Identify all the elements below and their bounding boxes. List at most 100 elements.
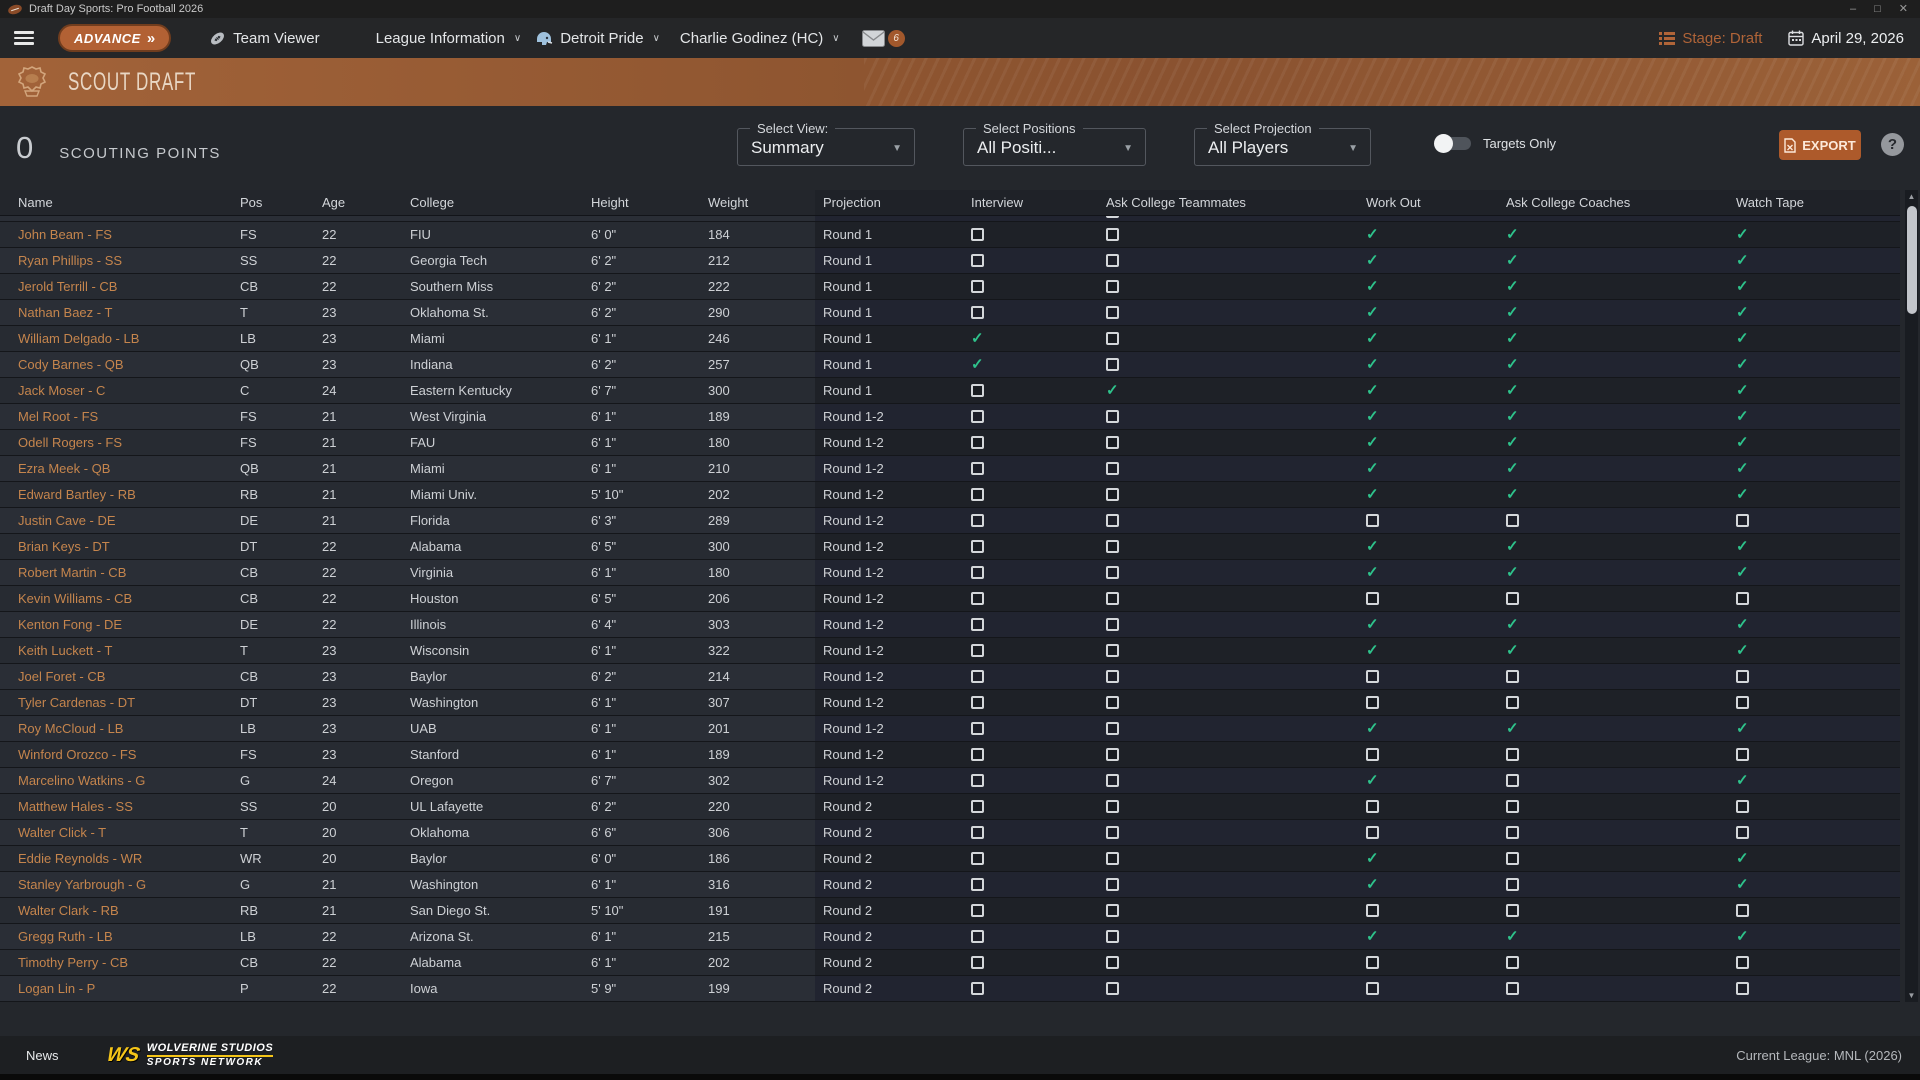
checkbox[interactable]: [971, 462, 984, 475]
column-header-weight[interactable]: Weight: [708, 190, 815, 215]
checkbox[interactable]: [971, 982, 984, 995]
player-name-link[interactable]: Joel Foret - CB: [18, 669, 105, 684]
checkbox[interactable]: [1106, 982, 1119, 995]
player-name-link[interactable]: Edward Bartley - RB: [18, 487, 136, 502]
checkbox[interactable]: [971, 696, 984, 709]
checkbox[interactable]: [1106, 852, 1119, 865]
checkbox[interactable]: [1106, 228, 1119, 241]
minimize-button[interactable]: –: [1850, 0, 1856, 18]
checkbox[interactable]: [1506, 878, 1519, 891]
player-name-link[interactable]: Stanley Yarbrough - G: [18, 877, 146, 892]
player-name-link[interactable]: Mel Root - FS: [18, 409, 98, 424]
column-header-age[interactable]: Age: [322, 190, 410, 215]
checkbox[interactable]: [971, 228, 984, 241]
column-header-workout[interactable]: Work Out: [1350, 190, 1490, 215]
checkbox[interactable]: [1106, 670, 1119, 683]
checkbox[interactable]: [971, 670, 984, 683]
checkbox[interactable]: [971, 774, 984, 787]
checkbox[interactable]: [1506, 852, 1519, 865]
checkbox[interactable]: [1106, 800, 1119, 813]
checkbox[interactable]: [1506, 774, 1519, 787]
player-name-link[interactable]: Matthew Hales - SS: [18, 799, 133, 814]
scrollbar-thumb[interactable]: [1907, 206, 1917, 314]
checkbox[interactable]: [971, 956, 984, 969]
export-button[interactable]: EXPORT: [1779, 130, 1861, 160]
column-header-coaches[interactable]: Ask College Coaches: [1490, 190, 1720, 215]
checkbox[interactable]: [1736, 696, 1749, 709]
player-name-link[interactable]: Winford Orozco - FS: [18, 747, 136, 762]
checkbox[interactable]: [971, 280, 984, 293]
select-positions-dropdown[interactable]: Select Positions All Positi... ▼: [963, 128, 1146, 166]
help-button[interactable]: ?: [1881, 133, 1904, 156]
targets-only-toggle[interactable]: [1437, 137, 1471, 150]
player-name-link[interactable]: Eddie Reynolds - WR: [18, 851, 142, 866]
advance-button[interactable]: ADVANCE »: [58, 24, 171, 52]
checkbox[interactable]: [1106, 306, 1119, 319]
checkbox[interactable]: [1106, 774, 1119, 787]
mail-button[interactable]: 6: [862, 30, 905, 47]
checkbox[interactable]: [1106, 280, 1119, 293]
checkbox[interactable]: [1366, 904, 1379, 917]
player-name-link[interactable]: William Delgado - LB: [18, 331, 139, 346]
column-header-teammates[interactable]: Ask College Teammates: [1090, 190, 1350, 215]
nav-league-information[interactable]: League Information ∨: [376, 30, 522, 47]
player-name-link[interactable]: John Beam - FS: [18, 227, 112, 242]
checkbox[interactable]: [1366, 670, 1379, 683]
checkbox[interactable]: [1736, 826, 1749, 839]
checkbox[interactable]: [1366, 592, 1379, 605]
close-button[interactable]: ✕: [1899, 0, 1908, 18]
scroll-down-icon[interactable]: ▼: [1905, 991, 1918, 1000]
checkbox[interactable]: [971, 540, 984, 553]
checkbox[interactable]: [1106, 540, 1119, 553]
menu-icon[interactable]: [14, 31, 34, 45]
checkbox[interactable]: [971, 306, 984, 319]
checkbox[interactable]: [971, 618, 984, 631]
checkbox[interactable]: [1106, 956, 1119, 969]
player-name-link[interactable]: Roy McCloud - LB: [18, 721, 123, 736]
checkbox[interactable]: [1506, 826, 1519, 839]
player-name-link[interactable]: Jerold Terrill - CB: [18, 279, 117, 294]
checkbox[interactable]: [971, 930, 984, 943]
checkbox[interactable]: [1366, 956, 1379, 969]
player-name-link[interactable]: Kevin Williams - CB: [18, 591, 132, 606]
checkbox[interactable]: [971, 254, 984, 267]
checkbox[interactable]: [1106, 592, 1119, 605]
checkbox[interactable]: [1106, 410, 1119, 423]
checkbox[interactable]: [1106, 930, 1119, 943]
player-name-link[interactable]: Justin Cave - DE: [18, 513, 116, 528]
player-name-link[interactable]: Timothy Perry - CB: [18, 955, 128, 970]
player-name-link[interactable]: Nathan Baez - T: [18, 305, 112, 320]
checkbox[interactable]: [1506, 982, 1519, 995]
checkbox[interactable]: [1736, 956, 1749, 969]
checkbox[interactable]: [1506, 514, 1519, 527]
column-header-pos[interactable]: Pos: [240, 190, 322, 215]
nav-coach-dropdown[interactable]: Charlie Godinez (HC) ∨: [680, 30, 840, 47]
checkbox[interactable]: [971, 384, 984, 397]
checkbox[interactable]: [1366, 514, 1379, 527]
player-name-link[interactable]: Robert Martin - CB: [18, 565, 126, 580]
player-name-link[interactable]: Jack Moser - C: [18, 383, 105, 398]
column-header-name[interactable]: Name: [0, 190, 240, 215]
checkbox[interactable]: [1106, 696, 1119, 709]
player-name-link[interactable]: Cody Barnes - QB: [18, 357, 124, 372]
news-button[interactable]: News: [26, 1048, 59, 1063]
checkbox[interactable]: [1106, 332, 1119, 345]
checkbox[interactable]: [1506, 696, 1519, 709]
column-header-projection[interactable]: Projection: [815, 190, 955, 215]
checkbox[interactable]: [1106, 566, 1119, 579]
player-name-link[interactable]: Walter Click - T: [18, 825, 106, 840]
checkbox[interactable]: [1506, 904, 1519, 917]
checkbox[interactable]: [1366, 748, 1379, 761]
player-name-link[interactable]: Keith Luckett - T: [18, 643, 112, 658]
checkbox[interactable]: [971, 644, 984, 657]
checkbox[interactable]: [1506, 748, 1519, 761]
checkbox[interactable]: [1106, 748, 1119, 761]
checkbox[interactable]: [971, 748, 984, 761]
player-name-link[interactable]: Kenton Fong - DE: [18, 617, 122, 632]
player-name-link[interactable]: Ryan Phillips - SS: [18, 253, 122, 268]
checkbox[interactable]: [1366, 982, 1379, 995]
checkbox[interactable]: [971, 878, 984, 891]
vertical-scrollbar[interactable]: ▲ ▼: [1905, 190, 1918, 1002]
checkbox[interactable]: [971, 904, 984, 917]
checkbox[interactable]: [1106, 618, 1119, 631]
